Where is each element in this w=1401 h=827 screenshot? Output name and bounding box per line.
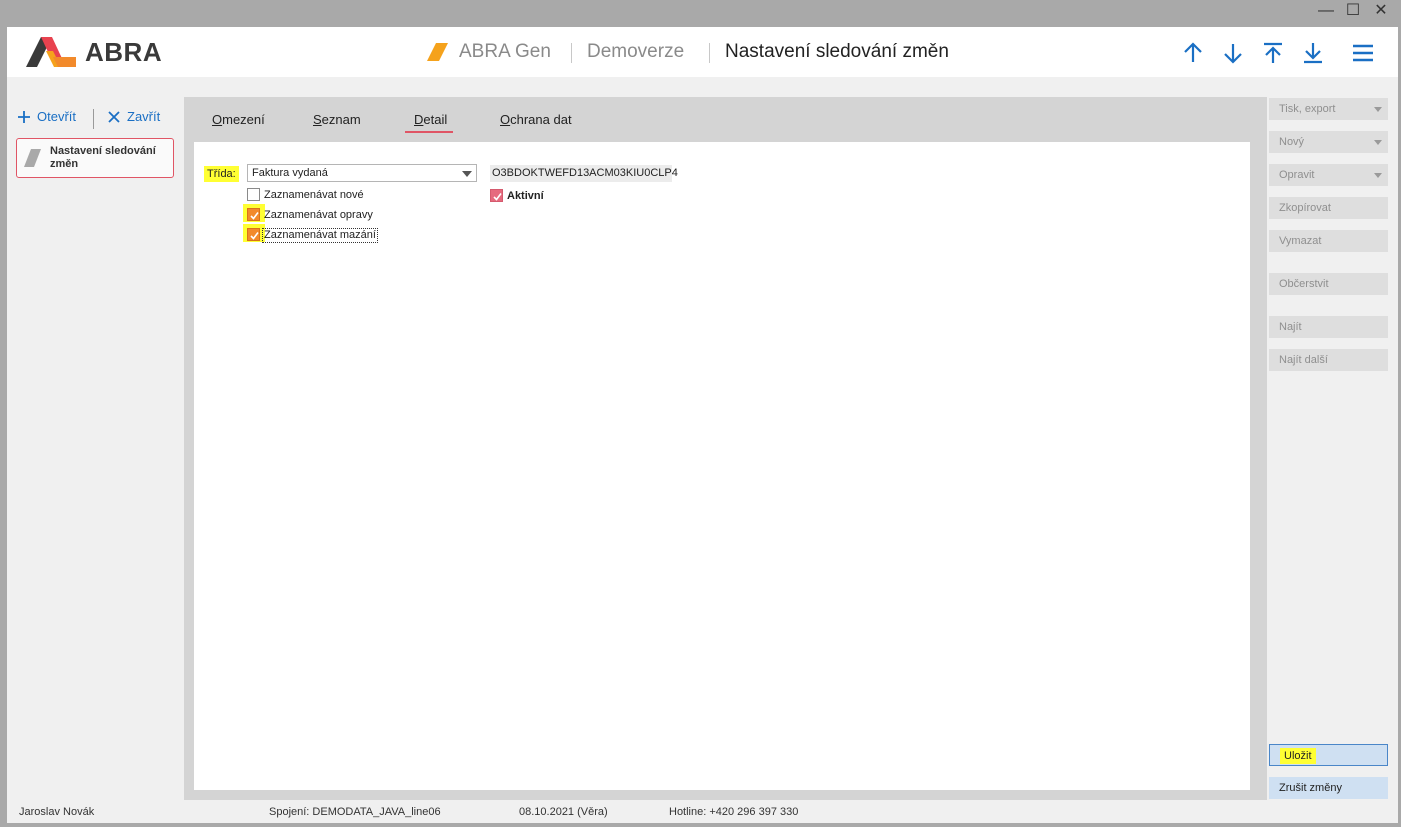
chevron-down-icon[interactable]: [462, 171, 472, 177]
maximize-icon[interactable]: ☐: [1340, 0, 1366, 24]
action-sidebar: Tisk, export Nový Opravit Zkopírovat Vym…: [1269, 97, 1388, 807]
header-divider: [571, 43, 572, 63]
refresh-button[interactable]: Občerstvit: [1269, 273, 1388, 295]
abra-logo-icon: [26, 37, 76, 67]
menu-icon[interactable]: [1351, 41, 1375, 65]
record-deletes-label: Zaznamenávat mazání: [262, 228, 378, 243]
left-sidebar: Otevřít Zavřít Nastavení sledování změn: [7, 97, 184, 787]
arrow-down-icon[interactable]: [1221, 41, 1245, 65]
window-titlebar: — ☐ ✕: [0, 0, 1401, 27]
main-panel: Omezení Seznam Detail Ochrana dat Třída:…: [184, 97, 1267, 800]
find-label: Najít: [1279, 321, 1302, 333]
delete-label: Vymazat: [1279, 235, 1322, 247]
edit-label: Opravit: [1279, 169, 1315, 181]
leftbar-divider: [93, 109, 94, 129]
logo-text: ABRA: [85, 37, 163, 67]
active-checkbox[interactable]: [490, 189, 503, 202]
page-title: Nastavení sledování změn: [725, 41, 949, 62]
chevron-down-icon: [1374, 107, 1382, 112]
arrow-to-bottom-icon[interactable]: [1301, 41, 1325, 65]
edit-button[interactable]: Opravit: [1269, 164, 1388, 186]
app-header: ABRA ABRA Gen Demoverze Nastavení sledov…: [7, 27, 1398, 77]
plus-icon: [18, 111, 30, 123]
class-label: Třída:: [204, 166, 239, 182]
class-select-value: Faktura vydaná: [252, 167, 328, 179]
open-agenda-item-label: Nastavení sledování změn: [50, 145, 156, 170]
close-button-label: Zavřít: [127, 109, 161, 124]
record-id: O3BDOKTWEFD13ACM03KIU0CLP4: [490, 165, 678, 182]
new-button[interactable]: Nový: [1269, 131, 1388, 153]
print-export-button[interactable]: Tisk, export: [1269, 98, 1388, 120]
find-button[interactable]: Najít: [1269, 316, 1388, 338]
record-new-label: Zaznamenávat nové: [264, 189, 364, 201]
copy-button[interactable]: Zkopírovat: [1269, 197, 1388, 219]
tab-detail[interactable]: Detail: [414, 111, 447, 128]
minimize-icon[interactable]: —: [1313, 0, 1339, 24]
tab-seznam[interactable]: Seznam: [313, 111, 361, 128]
save-button[interactable]: Uložit: [1269, 744, 1388, 766]
close-icon: [108, 111, 120, 123]
close-button[interactable]: Zavřít: [107, 107, 160, 127]
open-agenda-item[interactable]: Nastavení sledování změn: [16, 138, 174, 178]
chevron-down-icon: [1374, 140, 1382, 145]
edition-label: Demoverze: [587, 41, 685, 62]
checkmark-icon: [250, 232, 259, 240]
active-label: Aktivní: [507, 190, 544, 202]
record-new-checkbox[interactable]: [247, 188, 260, 201]
app-window: ABRA ABRA Gen Demoverze Nastavení sledov…: [7, 27, 1398, 823]
checkmark-icon: [250, 212, 259, 220]
open-button[interactable]: Otevřít: [17, 107, 76, 127]
delete-button[interactable]: Vymazat: [1269, 230, 1388, 252]
close-window-icon[interactable]: ✕: [1368, 0, 1394, 24]
checkmark-icon: [493, 193, 502, 201]
arrow-to-top-icon[interactable]: [1261, 41, 1285, 65]
status-bar: Jaroslav Novák Spojení: DEMODATA_JAVA_li…: [7, 802, 1398, 823]
record-edits-label: Zaznamenávat opravy: [264, 209, 373, 221]
detail-form: Třída: Faktura vydaná O3BDOKTWEFD13ACM03…: [194, 142, 1250, 790]
status-date: 08.10.2021 (Věra): [519, 806, 608, 818]
record-edits-checkbox[interactable]: [247, 208, 260, 221]
cancel-changes-button[interactable]: Zrušit změny: [1269, 777, 1388, 799]
find-next-label: Najít další: [1279, 354, 1328, 366]
status-hotline: Hotline: +420 296 397 330: [669, 806, 799, 818]
abra-gen-mark-icon: [427, 43, 448, 61]
print-export-label: Tisk, export: [1279, 103, 1336, 115]
status-user: Jaroslav Novák: [19, 806, 95, 818]
class-select[interactable]: Faktura vydaná: [247, 164, 477, 182]
tab-ochrana-dat[interactable]: Ochrana dat: [500, 111, 572, 128]
cancel-changes-label: Zrušit změny: [1279, 782, 1342, 794]
new-label: Nový: [1279, 136, 1305, 148]
header-divider: [709, 43, 710, 63]
find-next-button[interactable]: Najít další: [1269, 349, 1388, 371]
agenda-mark-icon: [24, 149, 41, 167]
active-tab-indicator: [405, 131, 453, 133]
arrow-up-icon[interactable]: [1181, 41, 1205, 65]
chevron-down-icon: [1374, 173, 1382, 178]
save-label: Uložit: [1280, 748, 1316, 764]
tab-omezeni[interactable]: Omezení: [212, 111, 265, 128]
open-button-label: Otevřít: [37, 109, 77, 124]
app-name: ABRA Gen: [459, 41, 551, 62]
record-deletes-checkbox[interactable]: [247, 228, 260, 241]
refresh-label: Občerstvit: [1279, 278, 1329, 290]
copy-label: Zkopírovat: [1279, 202, 1331, 214]
status-connection: Spojení: DEMODATA_JAVA_line06: [269, 806, 441, 818]
